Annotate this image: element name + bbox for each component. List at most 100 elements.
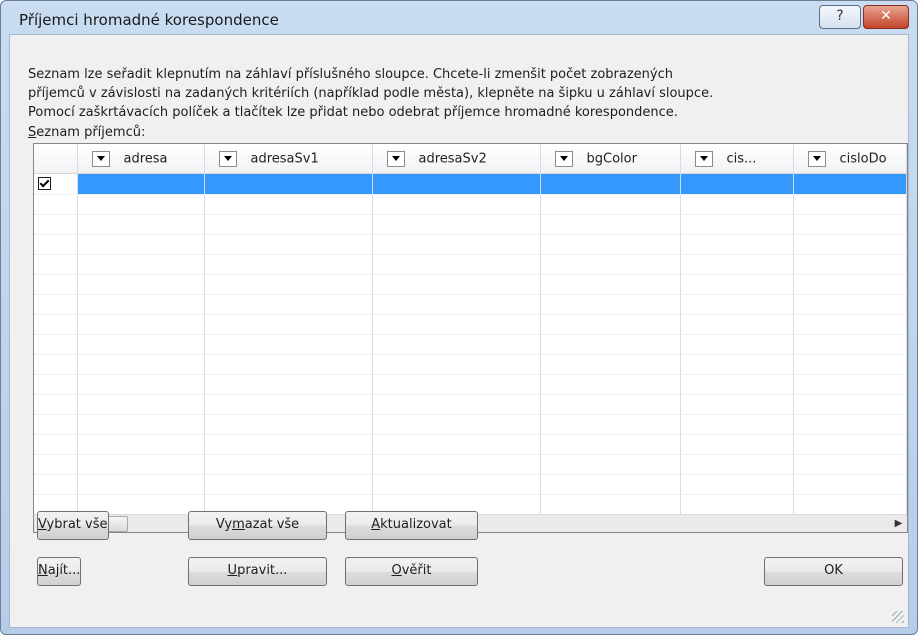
description-line-2: příjemců v závislosti na zadaných kritér…: [28, 86, 714, 101]
column-header[interactable]: cisloDo: [793, 144, 907, 174]
table-cell: [34, 214, 78, 235]
table-row[interactable]: [34, 173, 907, 195]
table-cell: [540, 274, 681, 295]
table-cell: [77, 194, 205, 215]
clear-all-button[interactable]: Vymazat vše: [188, 511, 327, 540]
dropdown-arrow-icon[interactable]: [807, 150, 826, 167]
table-cell: [204, 294, 373, 315]
table-cell: [540, 234, 681, 255]
table-cell: [540, 294, 681, 315]
table-cell: [680, 254, 794, 275]
table-cell: [540, 394, 681, 415]
table-cell: [372, 294, 541, 315]
table-cell: [204, 194, 373, 215]
table-cell: [540, 334, 681, 355]
empty-row: [34, 294, 907, 315]
dropdown-arrow-icon[interactable]: [554, 150, 573, 167]
table-cell: [680, 314, 794, 335]
table-cell: [793, 334, 907, 355]
table-cell: [793, 234, 907, 255]
table-cell: [540, 254, 681, 275]
column-header-label: adresa: [123, 151, 168, 166]
table-cell: [204, 394, 373, 415]
empty-row: [34, 334, 907, 355]
table-cell: [34, 474, 78, 495]
row-checkbox[interactable]: [38, 177, 51, 190]
table-cell: [540, 474, 681, 495]
access-key: V: [38, 517, 47, 532]
table-cell: [680, 214, 794, 235]
column-header[interactable]: bgColor: [540, 144, 681, 174]
table-cell: [540, 214, 681, 235]
empty-row: [34, 234, 907, 255]
table-cell: [34, 274, 78, 295]
table-cell: [372, 354, 541, 375]
table-cell: [372, 274, 541, 295]
table-cell: [372, 214, 541, 235]
resize-grip-icon[interactable]: [892, 611, 904, 623]
dropdown-arrow-icon[interactable]: [694, 150, 713, 167]
empty-row: [34, 254, 907, 275]
table-cell: [793, 474, 907, 495]
column-header[interactable]: adresaSv1: [204, 144, 373, 174]
column-header[interactable]: adresa: [77, 144, 205, 174]
table-cell: [372, 314, 541, 335]
table-cell: [793, 354, 907, 375]
table-cell: [204, 354, 373, 375]
table-body: [34, 173, 907, 532]
access-key: A: [371, 517, 381, 532]
close-button[interactable]: ✕: [863, 5, 909, 29]
table-cell: [204, 334, 373, 355]
table-cell: [680, 354, 794, 375]
help-button[interactable]: ?: [819, 5, 861, 29]
table-cell: [540, 354, 681, 375]
select-all-button[interactable]: Vybrat vše: [37, 511, 109, 540]
table-cell: [77, 234, 205, 255]
table-cell: [77, 374, 205, 395]
dropdown-arrow-icon[interactable]: [218, 150, 237, 167]
table-cell: [540, 173, 681, 195]
table-cell: [372, 334, 541, 355]
button-label-prefix: Vy: [215, 517, 233, 532]
column-header[interactable]: cis...: [680, 144, 794, 174]
find-button[interactable]: Najít...: [37, 557, 82, 586]
table-cell: [34, 434, 78, 455]
table-cell: [680, 454, 794, 475]
table-cell: [77, 454, 205, 475]
table-cell: [680, 474, 794, 495]
table-cell: [793, 374, 907, 395]
header-row: adresa adresaSv1 adresaSv2 bgColor cis..…: [34, 144, 907, 174]
scroll-right-icon[interactable]: ▶: [890, 515, 907, 532]
validate-button[interactable]: Ověřit: [345, 557, 478, 586]
table-cell: [204, 234, 373, 255]
table-cell: [540, 494, 681, 515]
empty-row: [34, 474, 907, 495]
button-label: ybrat vše: [46, 517, 108, 532]
access-key: O: [391, 563, 402, 578]
column-header[interactable]: adresaSv2: [372, 144, 541, 174]
dropdown-arrow-icon[interactable]: [91, 150, 110, 167]
edit-button[interactable]: Upravit...: [188, 557, 327, 586]
row-checkbox-cell: [34, 173, 78, 195]
table-cell: [77, 254, 205, 275]
ok-button[interactable]: OK: [764, 557, 903, 586]
table-cell: [34, 254, 78, 275]
table-cell: [680, 334, 794, 355]
table-cell: [34, 374, 78, 395]
description-text: Seznam lze seřadit klepnutím na záhlaví …: [28, 65, 908, 122]
description-line-3: Pomocí zaškrtávacích políček a tlačítek …: [28, 105, 678, 120]
table-cell: [34, 334, 78, 355]
refresh-button[interactable]: Aktualizovat: [345, 511, 478, 540]
recipient-grid[interactable]: adresa adresaSv1 adresaSv2 bgColor cis..…: [33, 143, 908, 533]
table-cell: [540, 194, 681, 215]
button-label: azat vše: [244, 517, 300, 532]
access-key: N: [38, 563, 48, 578]
button-label: ajít...: [47, 563, 81, 578]
table-cell: [372, 414, 541, 435]
table-cell: [204, 414, 373, 435]
table-cell: [793, 394, 907, 415]
dropdown-arrow-icon[interactable]: [386, 150, 405, 167]
table-cell: [540, 374, 681, 395]
title-bar[interactable]: Příjemci hromadné korespondence ? ✕: [1, 1, 917, 35]
table-cell: [680, 294, 794, 315]
